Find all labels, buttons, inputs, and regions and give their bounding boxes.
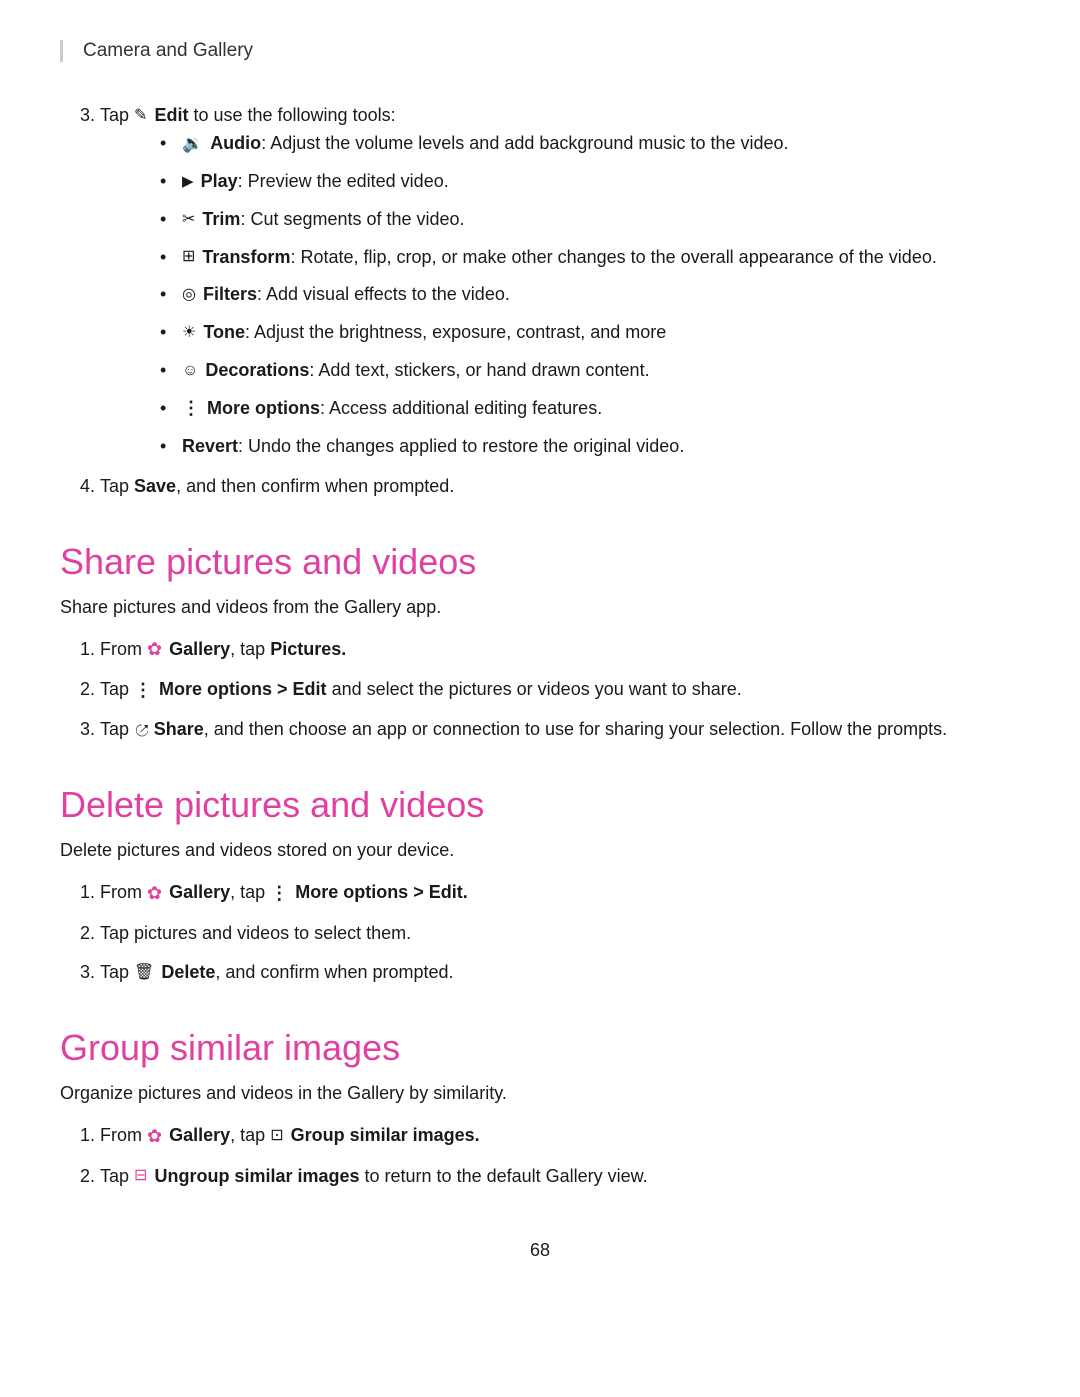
- share-step3: Tap Share, and then choose an app or con…: [100, 716, 1020, 744]
- filters-icon: [182, 283, 196, 308]
- gallery-icon-share1: [147, 636, 162, 664]
- group-heading: Group similar images: [60, 1027, 1020, 1069]
- tone-icon: [182, 321, 196, 346]
- delete-heading: Delete pictures and videos: [60, 784, 1020, 826]
- group-steps-list: From Gallery, tap Group similar images. …: [100, 1122, 1020, 1190]
- more-options-icon-share2: [134, 677, 152, 705]
- share-heading: Share pictures and videos: [60, 541, 1020, 583]
- tool-tone-name: Tone: [203, 322, 245, 342]
- tool-revert-name: Revert: [182, 436, 238, 456]
- tool-trim-name: Trim: [202, 209, 240, 229]
- transform-icon: [182, 245, 195, 270]
- trim-icon: [182, 208, 195, 233]
- delete-section: Delete pictures and videos Delete pictur…: [60, 784, 1020, 987]
- step3-item: Tap Edit to use the following tools: Aud…: [100, 102, 1020, 461]
- ungroup-icon: [134, 1164, 147, 1189]
- header-title: Camera and Gallery: [83, 40, 253, 61]
- tool-more-name: More options: [207, 398, 320, 418]
- step4-item: Tap Save, and then confirm when prompted…: [100, 473, 1020, 501]
- tool-play-name: Play: [201, 171, 238, 191]
- decorations-icon: [182, 359, 198, 384]
- delete-steps-list: From Gallery, tap More options > Edit. T…: [100, 879, 1020, 987]
- step4-save: Save: [134, 476, 176, 496]
- delete-step3: Tap Delete, and confirm when prompted.: [100, 959, 1020, 987]
- tool-audio: Audio: Adjust the volume levels and add …: [160, 130, 1020, 158]
- share-step2: Tap More options > Edit and select the p…: [100, 676, 1020, 704]
- group-step2: Tap Ungroup similar images to return to …: [100, 1163, 1020, 1191]
- tool-decorations: Decorations: Add text, stickers, or hand…: [160, 357, 1020, 385]
- tool-audio-name: Audio: [210, 133, 261, 153]
- gallery-icon-delete1: [147, 880, 162, 908]
- tool-transform-name: Transform: [202, 247, 290, 267]
- share-steps-list: From Gallery, tap Pictures. Tap More opt…: [100, 636, 1020, 744]
- gallery-icon-group1: [147, 1123, 162, 1151]
- group-icon: [270, 1124, 283, 1149]
- tool-play: Play: Preview the edited video.: [160, 168, 1020, 196]
- group-step1: From Gallery, tap Group similar images.: [100, 1122, 1020, 1150]
- tool-revert: Revert: Undo the changes applied to rest…: [160, 433, 1020, 461]
- delete-icon: [134, 961, 154, 986]
- more-options-icon: [182, 395, 200, 423]
- group-intro: Organize pictures and videos in the Gall…: [60, 1083, 1020, 1104]
- audio-icon: [182, 131, 203, 158]
- step3-edit-label: Edit: [154, 105, 188, 125]
- tools-list: Audio: Adjust the volume levels and add …: [160, 130, 1020, 461]
- tool-deco-name: Decorations: [205, 360, 309, 380]
- edit-icon: [134, 104, 147, 129]
- tool-transform: Transform: Rotate, flip, crop, or make o…: [160, 244, 1020, 272]
- more-options-icon-delete1: [270, 880, 288, 908]
- tool-filters: Filters: Add visual effects to the video…: [160, 281, 1020, 309]
- step3-intro: Tap Edit to use the following tools:: [100, 105, 396, 125]
- tool-more: More options: Access additional editing …: [160, 395, 1020, 423]
- tool-tone: Tone: Adjust the brightness, exposure, c…: [160, 319, 1020, 347]
- share-section: Share pictures and videos Share pictures…: [60, 541, 1020, 744]
- tool-filters-name: Filters: [203, 284, 257, 304]
- step3-section: Tap Edit to use the following tools: Aud…: [60, 102, 1020, 501]
- tool-trim: Trim: Cut segments of the video.: [160, 206, 1020, 234]
- play-icon: [182, 170, 194, 195]
- share-step1: From Gallery, tap Pictures.: [100, 636, 1020, 664]
- share-icon: [134, 718, 147, 743]
- page-header: Camera and Gallery: [60, 40, 1020, 62]
- delete-intro: Delete pictures and videos stored on you…: [60, 840, 1020, 861]
- delete-step2: Tap pictures and videos to select them.: [100, 920, 1020, 948]
- group-section: Group similar images Organize pictures a…: [60, 1027, 1020, 1190]
- page-number: 68: [60, 1240, 1020, 1261]
- delete-step1: From Gallery, tap More options > Edit.: [100, 879, 1020, 907]
- share-intro: Share pictures and videos from the Galle…: [60, 597, 1020, 618]
